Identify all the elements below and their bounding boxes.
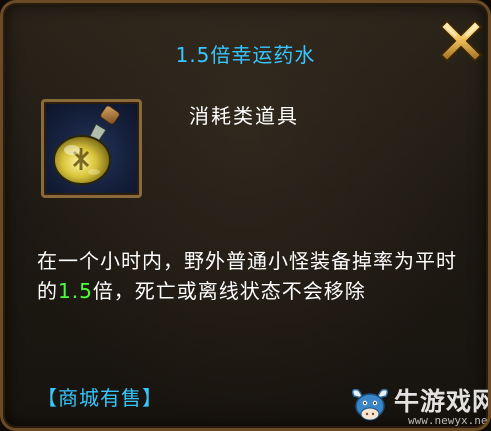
- shop-availability-label: 【商城有售】: [37, 386, 163, 410]
- item-tooltip-panel: 1.5倍幸运药水 消耗类道具 在一个小时内，野外普通小怪装备掉率为平时的1.5倍…: [0, 0, 491, 431]
- item-title: 1.5倍幸运药水: [175, 43, 316, 67]
- description-text-tail: 倍，死亡或离线状态不会移除: [92, 279, 366, 303]
- site-watermark: 牛游戏网 www.newyx.net: [348, 376, 491, 428]
- watermark-url: www.newyx.net: [408, 414, 491, 427]
- item-description: 在一个小时内，野外普通小怪装备掉率为平时的1.5倍，死亡或离线状态不会移除: [37, 246, 467, 306]
- potion-bottle-icon: [53, 105, 120, 185]
- close-button[interactable]: [435, 15, 487, 67]
- close-x-icon: [439, 19, 483, 63]
- item-icon-frame: [41, 99, 142, 198]
- item-category-label: 消耗类道具: [189, 104, 299, 128]
- watermark-text: 牛游戏网: [394, 387, 491, 416]
- cow-logo-icon: [351, 388, 389, 421]
- description-highlight-value: 1.5: [58, 279, 93, 303]
